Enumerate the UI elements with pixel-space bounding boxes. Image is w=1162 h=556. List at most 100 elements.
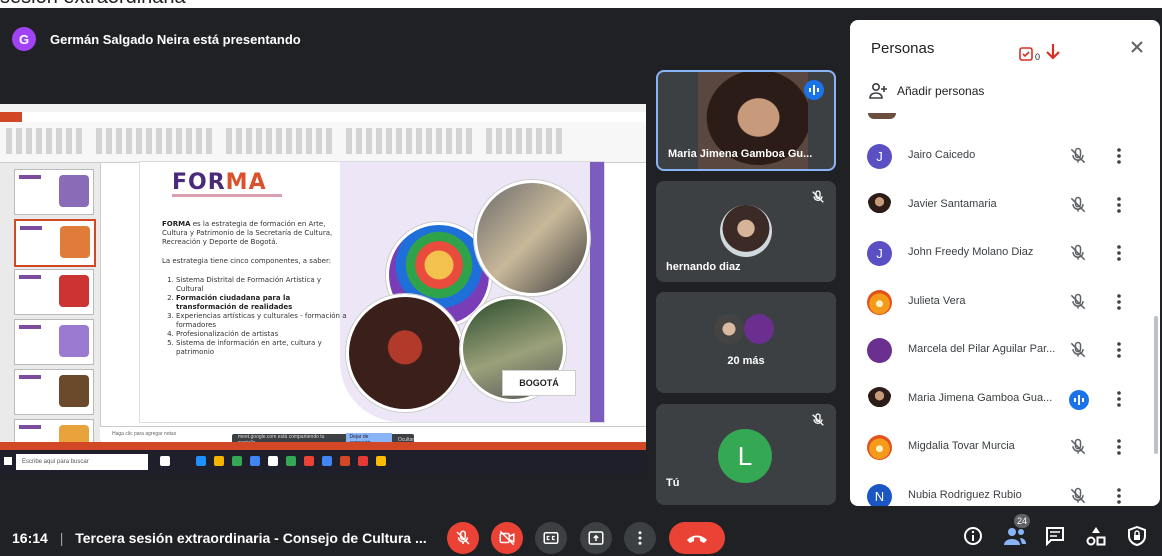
more-vert-icon	[638, 531, 642, 545]
people-button[interactable]	[1003, 526, 1027, 551]
more-vert-icon[interactable]	[1112, 146, 1126, 171]
mic-toggle-button[interactable]	[447, 522, 479, 554]
app-icon[interactable]	[268, 456, 278, 466]
more-vert-icon[interactable]	[1112, 292, 1126, 317]
app-icon[interactable]	[196, 456, 206, 466]
forma-logo: FORMA	[172, 170, 267, 195]
participant-row[interactable]: J John Freedy Molano Diaz	[850, 229, 1150, 277]
current-slide: FORMA FORMA es la estrategia de formació…	[140, 162, 604, 422]
add-people-button[interactable]: Añadir personas	[868, 82, 984, 100]
mic-off-icon	[810, 189, 826, 210]
checklist-icon	[1019, 47, 1033, 61]
captions-icon	[543, 532, 559, 544]
participant-row[interactable]: Javier Santamaria	[850, 181, 1150, 229]
mic-off-icon[interactable]	[1068, 146, 1088, 171]
tile-more[interactable]: 20 más	[656, 292, 836, 393]
camera-off-icon	[499, 530, 515, 546]
present-icon	[588, 531, 604, 545]
windows-start-icon[interactable]	[4, 457, 12, 465]
app-icon[interactable]	[286, 456, 296, 466]
app-icon[interactable]	[250, 456, 260, 466]
presenter-banner: G Germán Salgado Neira está presentando	[12, 26, 301, 52]
chat-button[interactable]	[1045, 526, 1065, 551]
info-icon	[964, 527, 982, 545]
close-icon[interactable]	[1128, 38, 1146, 61]
participant-row[interactable]: Migdalia Tovar Murcia	[850, 423, 1150, 471]
slide-body: FORMA es la estrategia de formación en A…	[162, 220, 348, 357]
speaking-icon[interactable]	[1068, 389, 1090, 416]
mic-off-icon[interactable]	[1068, 340, 1088, 365]
more-vert-icon[interactable]	[1112, 389, 1126, 414]
windows-taskbar: Escribe aquí para buscar	[0, 450, 646, 474]
shield-lock-icon	[1128, 525, 1146, 547]
more-vert-icon[interactable]	[1112, 243, 1126, 268]
people-panel: Personas 0 Añadir personas J Jairo Caiced…	[850, 20, 1160, 506]
top-strip: sesión extraordinaria	[0, 0, 1162, 8]
participant-name: Marcela del Pilar Aguilar Par...	[908, 343, 1056, 355]
app-icon[interactable]	[214, 456, 224, 466]
app-icon[interactable]	[376, 456, 386, 466]
more-vert-icon[interactable]	[1112, 195, 1126, 220]
captions-button[interactable]	[535, 522, 567, 554]
slide-thumb	[14, 169, 94, 215]
app-icon[interactable]	[304, 456, 314, 466]
more-vert-icon[interactable]	[1112, 486, 1126, 507]
avatar: J	[867, 144, 892, 169]
mic-off-icon[interactable]	[1068, 292, 1088, 317]
activities-button[interactable]	[1086, 526, 1106, 551]
meeting-title: Tercera sesión extraordinaria - Consejo …	[75, 530, 427, 546]
activities-icon	[1086, 527, 1106, 546]
host-controls-button[interactable]	[1127, 525, 1147, 551]
tile-name: Maria Jimena Gamboa Gu...	[668, 148, 813, 160]
mic-off-icon[interactable]	[1068, 486, 1088, 507]
camera-toggle-button[interactable]	[491, 522, 523, 554]
ppt-titlebar	[0, 104, 646, 112]
participant-row[interactable]: Marcela del Pilar Aguilar Par...	[850, 326, 1150, 374]
app-icon[interactable]	[358, 456, 368, 466]
avatar: J	[867, 241, 892, 266]
participant-row[interactable]: N Nubia Rodriguez Rubio	[850, 472, 1150, 507]
top-strip-text: sesión extraordinaria	[0, 0, 186, 8]
meeting-info: 16:14 | Tercera sesión extraordinaria - …	[12, 530, 427, 546]
people-icon	[1004, 528, 1026, 545]
participant-row[interactable]: J Jairo Caicedo	[850, 132, 1150, 180]
more-options-button[interactable]	[624, 522, 656, 554]
bottom-bar: 16:14 | Tercera sesión extraordinaria - …	[0, 518, 1162, 556]
mic-off-icon[interactable]	[1068, 243, 1088, 268]
participant-row[interactable]: Maria Jimena Gamboa Gua...	[850, 375, 1150, 423]
leave-call-button[interactable]	[669, 522, 725, 554]
more-vert-icon[interactable]	[1112, 340, 1126, 365]
presenter-text: Germán Salgado Neira está presentando	[50, 31, 301, 47]
info-button[interactable]	[963, 526, 983, 551]
participant-name: Migdalia Tovar Murcia	[908, 440, 1015, 452]
chat-icon	[1046, 527, 1064, 547]
app-icon[interactable]	[322, 456, 332, 466]
tile-self[interactable]: L Tú	[656, 404, 836, 505]
taskbar-search[interactable]: Escribe aquí para buscar	[16, 454, 148, 470]
more-vert-icon[interactable]	[1112, 437, 1126, 462]
avatar	[867, 435, 892, 460]
ppt-ribbon-tools	[0, 122, 646, 163]
participant-count-badge: 24	[1014, 514, 1030, 528]
app-icon[interactable]	[232, 456, 242, 466]
end-call-icon	[687, 535, 707, 543]
avatar	[720, 205, 772, 257]
slide-thumb-selected	[14, 219, 96, 267]
mic-off-icon[interactable]	[1068, 437, 1088, 462]
scrollbar[interactable]	[1154, 316, 1158, 454]
slide-thumb	[14, 269, 94, 315]
mic-off-icon[interactable]	[1068, 195, 1088, 220]
avatar	[867, 192, 892, 218]
speaking-icon	[804, 80, 824, 105]
taskview-icon[interactable]	[160, 456, 170, 466]
hand-raise-badge[interactable]: 0	[1018, 42, 1062, 62]
present-button[interactable]	[580, 522, 612, 554]
tile-speaker[interactable]: Maria Jimena Gamboa Gu...	[656, 70, 836, 171]
participant-name: Julieta Vera	[908, 294, 966, 307]
participant-row[interactable]: Julieta Vera	[850, 278, 1150, 326]
tile-participant[interactable]: hernando diaz	[656, 181, 836, 282]
app-icon[interactable]	[340, 456, 350, 466]
participant-name: Jairo Caicedo	[908, 149, 976, 161]
panel-title: Personas	[871, 40, 935, 57]
avatar	[744, 314, 774, 344]
